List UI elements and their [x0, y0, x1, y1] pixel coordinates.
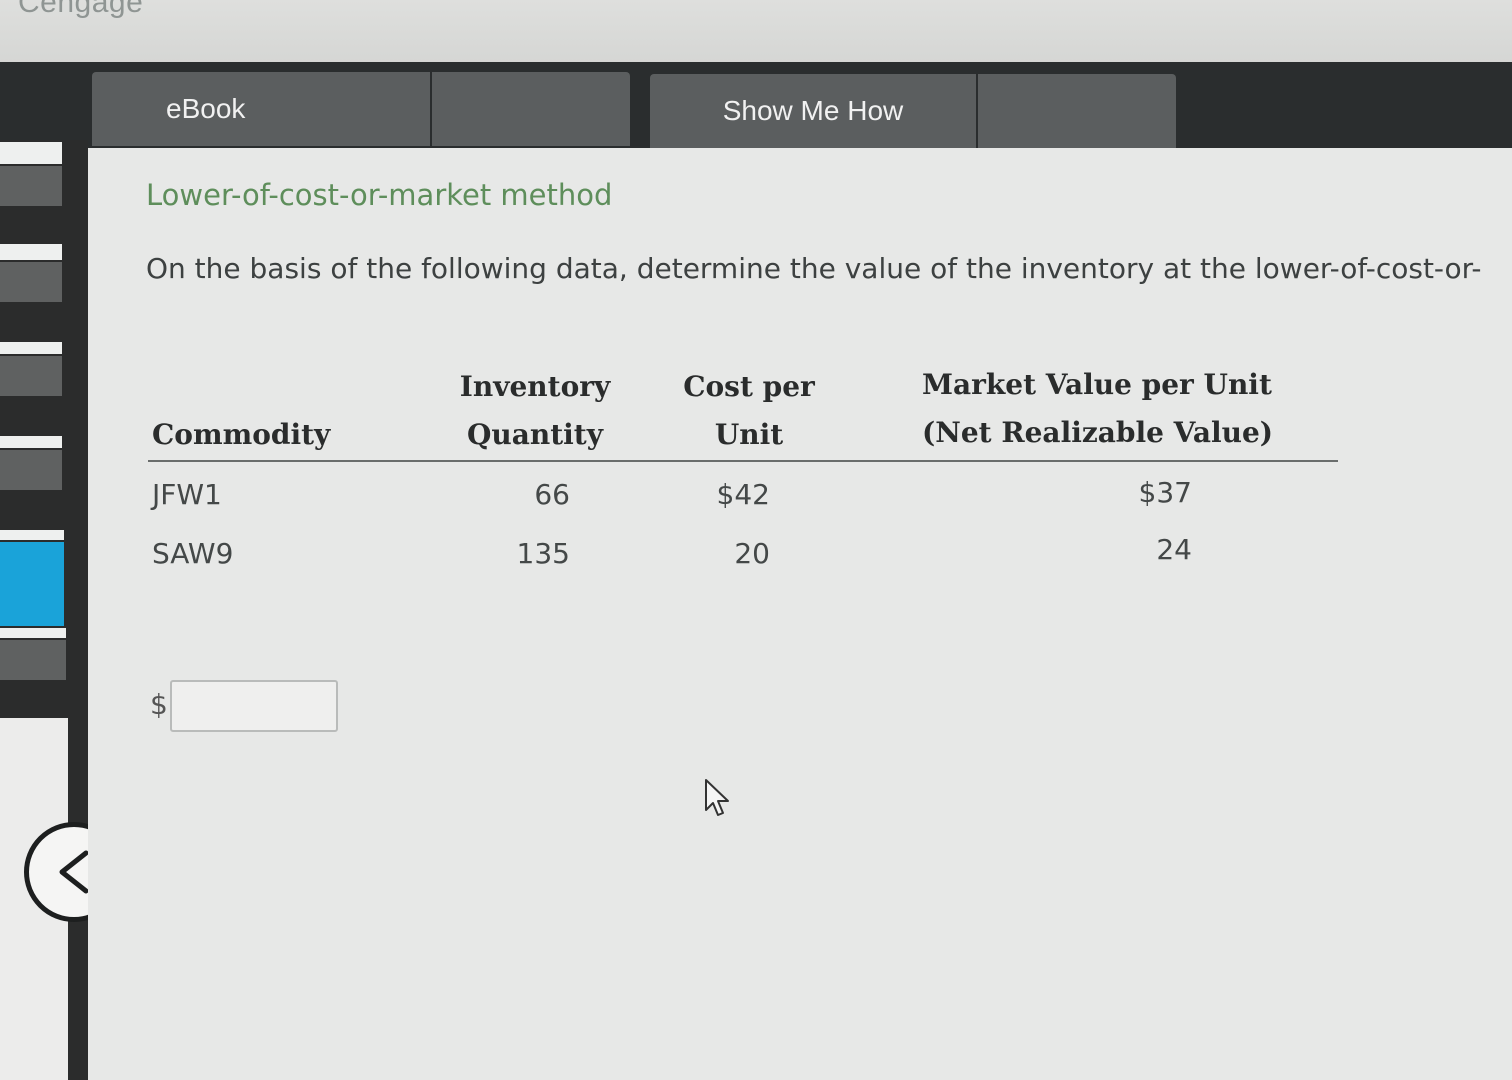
row2-market: 24 — [1156, 533, 1192, 566]
rail-item[interactable] — [0, 166, 62, 206]
rail-item[interactable] — [0, 262, 62, 302]
tab-blank[interactable] — [432, 72, 630, 146]
table-header-rule — [148, 460, 1338, 462]
row1-market: $37 — [1138, 476, 1192, 509]
header-market-line2: (Net Realizable Value) — [922, 416, 1274, 449]
header-market-line1: Market Value per Unit — [922, 368, 1272, 401]
rail-item-active[interactable] — [0, 542, 64, 626]
tab-show-me-how[interactable]: Show Me How — [650, 74, 976, 148]
rail-item[interactable] — [0, 356, 62, 396]
row1-commodity: JFW1 — [152, 478, 222, 511]
mouse-pointer-icon — [703, 778, 731, 822]
rail-item[interactable] — [0, 436, 62, 448]
tab-blank[interactable] — [978, 74, 1176, 148]
row2-commodity: SAW9 — [152, 537, 234, 570]
header-cost-line2: Unit — [714, 418, 784, 451]
row1-quantity: 66 — [534, 478, 570, 511]
main-content — [88, 148, 1512, 1080]
section-heading: Lower-of-cost-or-market method — [146, 178, 613, 212]
header-quantity-line1: Inventory — [459, 370, 611, 403]
currency-symbol: $ — [150, 688, 168, 721]
brand-logo: Cengage — [18, 0, 144, 19]
header-commodity: Commodity — [152, 418, 331, 451]
tab-ebook[interactable]: eBook — [92, 72, 430, 146]
rail-item[interactable] — [0, 450, 62, 490]
row1-cost: $42 — [716, 478, 770, 511]
rail-item[interactable] — [0, 628, 66, 638]
rail-item[interactable] — [0, 142, 62, 164]
header-cost-line1: Cost per — [683, 370, 815, 403]
rail-item[interactable] — [0, 342, 62, 354]
header-quantity-line2: Quantity — [466, 418, 604, 451]
inventory-value-input[interactable] — [170, 680, 338, 732]
row2-cost: 20 — [734, 537, 770, 570]
rail-item[interactable] — [0, 244, 62, 260]
question-text: On the basis of the following data, dete… — [146, 252, 1482, 285]
row2-quantity: 135 — [516, 537, 570, 570]
rail-item[interactable] — [0, 640, 66, 680]
top-header: Cengage — [0, 0, 1512, 64]
rail-item[interactable] — [0, 530, 64, 540]
